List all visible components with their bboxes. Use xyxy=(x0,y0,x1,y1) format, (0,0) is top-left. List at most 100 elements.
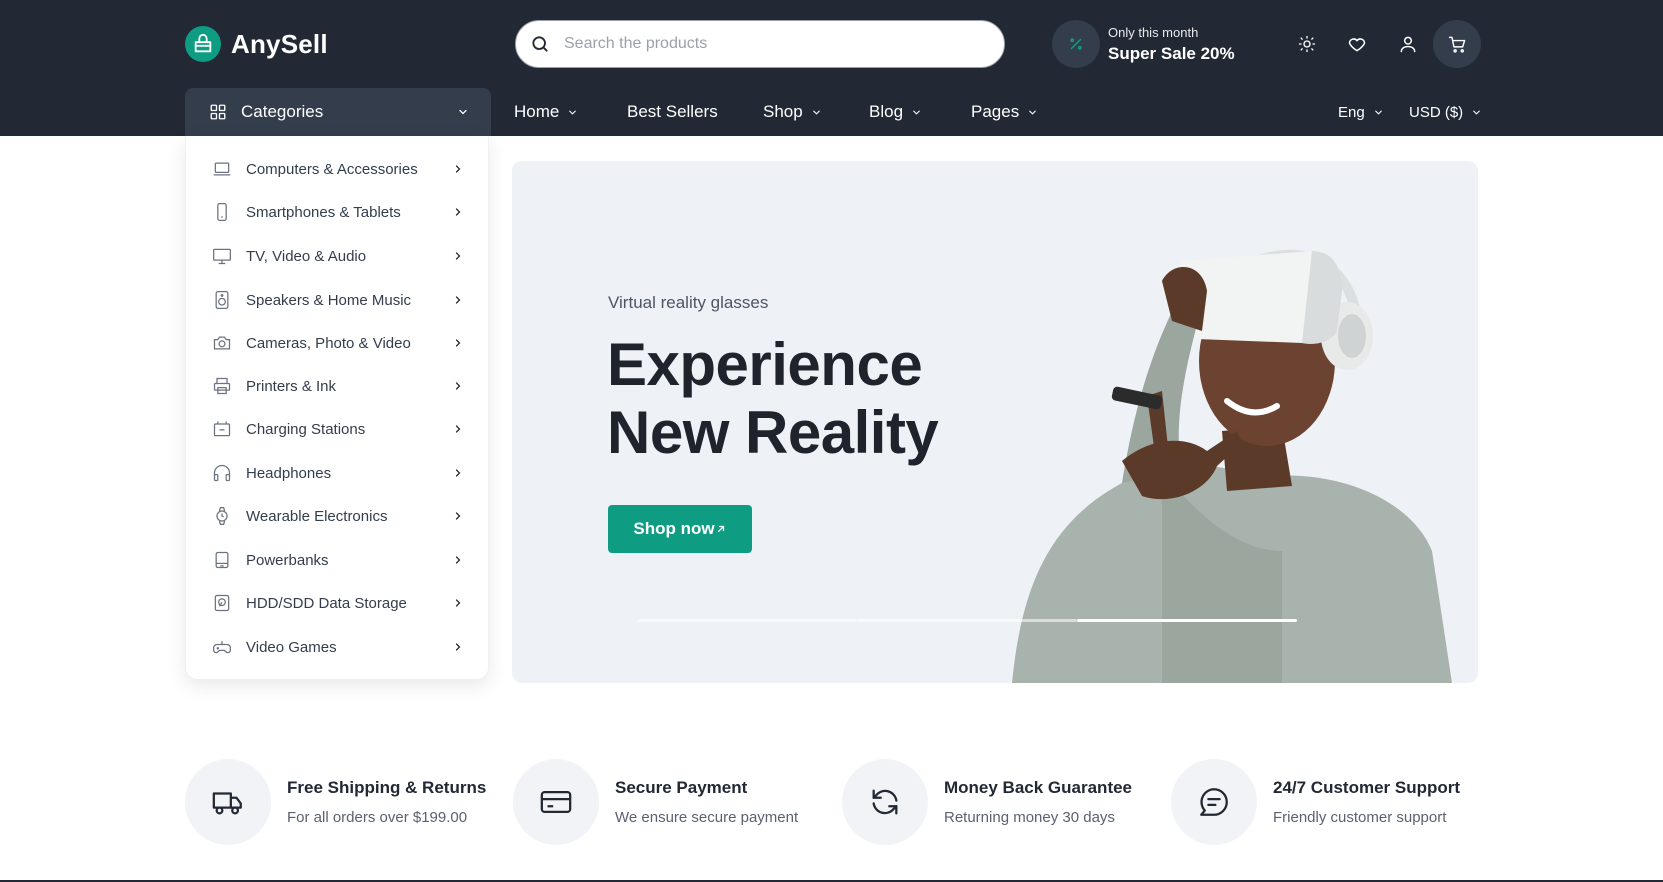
category-label: Printers & Ink xyxy=(246,377,337,395)
nav-best-sellers-label: Best Sellers xyxy=(627,102,718,121)
feature-title: Money Back Guarantee xyxy=(944,778,1133,797)
feature-desc: Friendly customer support xyxy=(1273,809,1447,826)
logo[interactable]: AnySell xyxy=(185,26,328,62)
language-value: Eng xyxy=(1338,103,1365,121)
feature-desc: We ensure secure payment xyxy=(615,809,799,826)
feature-title: Secure Payment xyxy=(615,778,748,797)
category-item-powerbanks[interactable]: Powerbanks xyxy=(186,541,490,579)
search-input[interactable] xyxy=(564,35,964,53)
hero-banner: Virtual reality glasses Experience New R… xyxy=(512,161,1478,683)
printer-icon xyxy=(212,376,232,396)
currency-select[interactable]: USD ($) xyxy=(1409,98,1482,126)
shop-now-button[interactable]: Shop now xyxy=(608,505,752,553)
theme-toggle-button[interactable] xyxy=(1283,20,1331,68)
wishlist-button[interactable] xyxy=(1333,20,1381,68)
gamepad-icon xyxy=(212,637,232,657)
laptop-icon xyxy=(212,159,232,179)
category-item-charging[interactable]: Charging Stations xyxy=(186,410,490,448)
nav-home[interactable]: Home xyxy=(514,98,578,126)
nav-best-sellers[interactable]: Best Sellers xyxy=(627,98,718,126)
chevron-right-icon xyxy=(455,643,461,651)
chevron-right-icon xyxy=(455,599,461,607)
feature-desc: For all orders over $199.00 xyxy=(287,809,468,826)
chevron-down-icon xyxy=(1473,110,1480,115)
sun-icon xyxy=(1298,35,1316,53)
nav-blog-label: Blog xyxy=(869,102,904,121)
slide-progress-1[interactable] xyxy=(637,619,857,622)
percent-icon xyxy=(1052,20,1100,68)
promo-title: Super Sale 20% xyxy=(1108,43,1235,63)
battery-icon xyxy=(212,419,232,439)
category-label: HDD/SDD Data Storage xyxy=(246,594,407,612)
chevron-down-icon xyxy=(812,110,820,115)
category-item-smartphones[interactable]: Smartphones & Tablets xyxy=(186,193,490,231)
category-label: Wearable Electronics xyxy=(246,507,388,525)
chevron-down-icon xyxy=(569,110,577,115)
slide-progress-2[interactable] xyxy=(857,619,1077,622)
account-button[interactable] xyxy=(1384,20,1432,68)
categories-menu: Computers & Accessories Smartphones & Ta… xyxy=(185,136,489,680)
shopping-bag-icon xyxy=(185,26,221,62)
category-label: Charging Stations xyxy=(246,420,366,438)
category-label: Video Games xyxy=(246,638,337,656)
speaker-icon xyxy=(212,290,232,310)
cart-button[interactable] xyxy=(1433,20,1481,68)
categories-button[interactable]: Categories xyxy=(185,88,491,136)
grid-icon xyxy=(210,104,226,120)
chat-icon xyxy=(1171,759,1257,845)
category-label: TV, Video & Audio xyxy=(246,247,367,265)
chevron-right-icon xyxy=(455,252,461,260)
nav-pages-label: Pages xyxy=(971,102,1020,121)
category-item-video-games[interactable]: Video Games xyxy=(186,628,490,666)
currency-value: USD ($) xyxy=(1409,103,1464,121)
brand-name: AnySell xyxy=(231,28,328,59)
chevron-right-icon xyxy=(455,512,461,520)
vr-person-image xyxy=(1012,249,1452,683)
category-item-storage[interactable]: HDD/SDD Data Storage xyxy=(186,584,490,622)
chevron-right-icon xyxy=(455,296,461,304)
chevron-right-icon xyxy=(455,556,461,564)
arrow-up-right-icon xyxy=(717,525,724,533)
language-select[interactable]: Eng xyxy=(1338,98,1384,126)
category-label: Cameras, Photo & Video xyxy=(246,334,411,352)
nav-shop-label: Shop xyxy=(763,102,803,121)
hero-title-line: New Reality xyxy=(607,399,939,466)
hero-title: Experience New Reality xyxy=(607,331,939,467)
category-item-speakers[interactable]: Speakers & Home Music xyxy=(186,281,490,319)
heart-icon xyxy=(1348,38,1366,52)
camera-icon xyxy=(212,333,232,353)
feature-shipping: Free Shipping & Returns For all orders o… xyxy=(185,759,486,845)
category-label: Computers & Accessories xyxy=(246,160,418,178)
category-item-wearables[interactable]: Wearable Electronics xyxy=(186,497,490,535)
chevron-right-icon xyxy=(455,382,461,390)
hero-subtitle: Virtual reality glasses xyxy=(608,293,769,312)
category-item-cameras[interactable]: Cameras, Photo & Video xyxy=(186,324,490,362)
chevron-right-icon xyxy=(455,469,461,477)
shop-now-label: Shop now xyxy=(633,519,715,538)
category-label: Smartphones & Tablets xyxy=(246,203,401,221)
headphones-icon xyxy=(212,463,232,483)
chevron-right-icon xyxy=(455,165,461,173)
category-item-headphones[interactable]: Headphones xyxy=(186,454,490,492)
search-box[interactable] xyxy=(515,20,1005,68)
smartphone-icon xyxy=(212,202,232,222)
category-item-tv[interactable]: TV, Video & Audio xyxy=(186,237,490,275)
chevron-down-icon xyxy=(1029,110,1037,115)
chevron-down-icon xyxy=(1374,110,1382,115)
nav-shop[interactable]: Shop xyxy=(763,98,822,126)
category-label: Headphones xyxy=(246,464,332,482)
category-item-computers[interactable]: Computers & Accessories xyxy=(186,150,490,188)
nav-home-label: Home xyxy=(514,102,560,121)
cart-icon xyxy=(1448,36,1465,53)
chevron-down-icon xyxy=(459,109,467,115)
categories-label: Categories xyxy=(241,102,324,121)
feature-payment: Secure Payment We ensure secure payment xyxy=(513,759,798,845)
nav-pages[interactable]: Pages xyxy=(971,98,1038,126)
nav-blog[interactable]: Blog xyxy=(869,98,922,126)
chevron-right-icon xyxy=(455,208,461,216)
truck-icon xyxy=(185,759,271,845)
feature-title: Free Shipping & Returns xyxy=(287,778,487,797)
slide-progress-3-active[interactable] xyxy=(1077,619,1297,622)
promo-badge[interactable]: Only this month Super Sale 20% xyxy=(1052,20,1235,68)
category-item-printers[interactable]: Printers & Ink xyxy=(186,367,490,405)
